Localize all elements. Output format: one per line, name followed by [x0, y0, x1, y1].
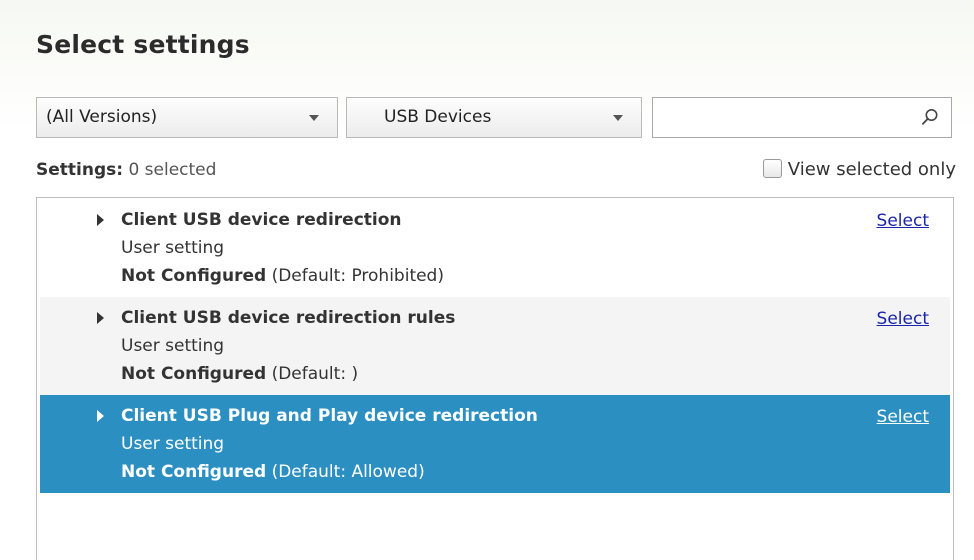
setting-state-value: Not Configured [121, 462, 267, 482]
settings-selected-count: Settings: 0 selected [36, 160, 216, 180]
view-selected-only-checkbox[interactable] [762, 159, 782, 178]
settings-label: Settings: [36, 160, 124, 180]
select-link[interactable]: Select [877, 309, 929, 329]
setting-state: Not Configured (Default: ) [121, 364, 358, 384]
setting-default: (Default: Allowed) [271, 462, 425, 482]
chevron-down-icon [309, 115, 319, 121]
page-title: Select settings [36, 30, 250, 59]
category-dropdown[interactable]: USB Devices [346, 97, 642, 138]
view-selected-only-toggle[interactable]: View selected only [762, 159, 956, 183]
search-box[interactable] [652, 97, 952, 138]
settings-list: Client USB device redirection User setti… [36, 197, 954, 560]
setting-name: Client USB Plug and Play device redirect… [121, 406, 538, 426]
version-dropdown[interactable]: (All Versions) [36, 97, 338, 138]
expand-arrow-icon[interactable] [97, 312, 104, 324]
setting-scope: User setting [121, 238, 225, 258]
setting-row[interactable]: Client USB device redirection rules User… [40, 297, 950, 395]
select-link[interactable]: Select [877, 407, 929, 427]
expand-arrow-icon[interactable] [97, 410, 104, 422]
category-dropdown-value: USB Devices [384, 107, 492, 127]
select-settings-page: Select settings (All Versions) USB Devic… [0, 0, 974, 560]
search-input[interactable] [659, 104, 913, 133]
version-dropdown-value: (All Versions) [46, 107, 158, 127]
chevron-down-icon [613, 115, 623, 121]
setting-state: Not Configured (Default: Allowed) [121, 462, 425, 482]
setting-scope: User setting [121, 434, 225, 454]
setting-default: (Default: ) [271, 364, 359, 384]
select-link[interactable]: Select [877, 211, 929, 231]
view-selected-only-label: View selected only [787, 159, 956, 180]
setting-state-value: Not Configured [121, 364, 267, 384]
setting-state-value: Not Configured [121, 266, 267, 286]
setting-name: Client USB device redirection rules [121, 308, 456, 328]
setting-state: Not Configured (Default: Prohibited) [121, 266, 444, 286]
setting-name: Client USB device redirection [121, 210, 402, 230]
search-icon[interactable] [921, 108, 939, 126]
setting-default: (Default: Prohibited) [271, 266, 444, 286]
selected-count-text: 0 selected [128, 160, 217, 180]
setting-row[interactable]: Client USB device redirection User setti… [40, 199, 950, 297]
setting-row-selected[interactable]: Client USB Plug and Play device redirect… [40, 395, 950, 493]
expand-arrow-icon[interactable] [97, 214, 104, 226]
setting-scope: User setting [121, 336, 225, 356]
